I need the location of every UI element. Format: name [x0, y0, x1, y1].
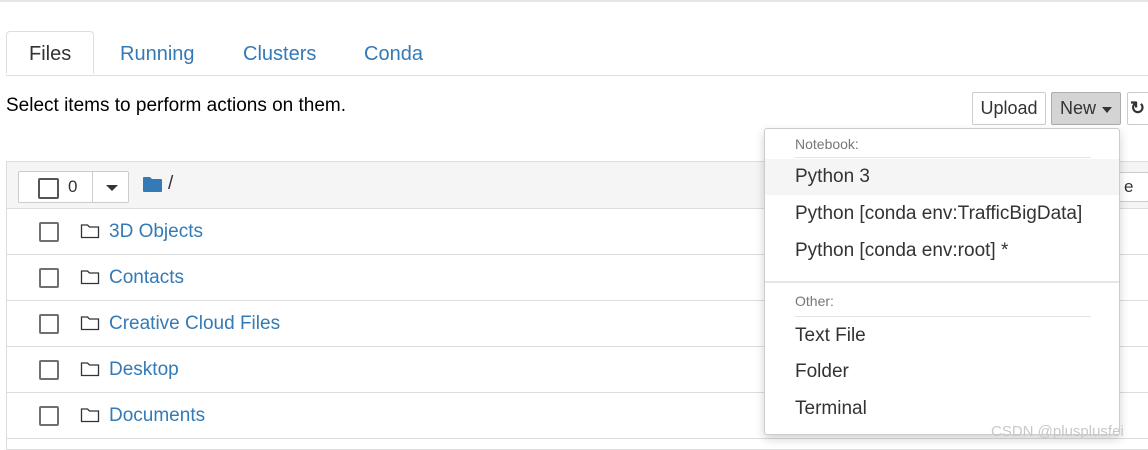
- refresh-icon: ↻: [1130, 98, 1146, 118]
- file-link[interactable]: Creative Cloud Files: [109, 313, 280, 335]
- folder-icon: [80, 270, 100, 285]
- tab-bar: Files Running Clusters Conda: [6, 31, 1148, 76]
- selection-hint: Select items to perform actions on them.: [6, 95, 347, 116]
- file-link[interactable]: Desktop: [109, 359, 179, 381]
- menu-item-conda-trafficbigdata[interactable]: Python [conda env:TrafficBigData]: [765, 196, 1119, 232]
- folder-icon: [80, 224, 100, 239]
- file-link[interactable]: Contacts: [109, 267, 184, 289]
- menu-item-terminal[interactable]: Terminal: [765, 391, 1119, 427]
- other-header: Other:: [795, 293, 834, 309]
- row-checkbox[interactable]: [39, 268, 59, 288]
- refresh-button[interactable]: ↻: [1127, 92, 1148, 125]
- folder-icon[interactable]: [142, 176, 163, 193]
- select-menu-caret-icon[interactable]: [106, 185, 118, 191]
- notebook-header-rule: [795, 157, 1091, 158]
- folder-icon: [80, 362, 100, 377]
- tab-conda[interactable]: Conda: [364, 31, 423, 75]
- select-all-checkbox[interactable]: [38, 178, 59, 199]
- notebook-header: Notebook:: [795, 136, 859, 152]
- row-checkbox[interactable]: [39, 222, 59, 242]
- row-checkbox[interactable]: [39, 314, 59, 334]
- tab-running[interactable]: Running: [120, 31, 195, 75]
- file-link[interactable]: Documents: [109, 405, 205, 427]
- watermark: CSDN @plusplusfei: [991, 423, 1124, 440]
- tab-clusters[interactable]: Clusters: [243, 31, 316, 75]
- new-dropdown-menu: Notebook: Python 3 Python [conda env:Tra…: [764, 128, 1120, 435]
- tab-files[interactable]: Files: [6, 31, 95, 74]
- new-button-label: New: [1060, 98, 1097, 118]
- folder-icon: [80, 408, 100, 423]
- menu-item-folder[interactable]: Folder: [765, 354, 1119, 390]
- menu-divider: [765, 281, 1119, 283]
- top-border: [0, 0, 1148, 2]
- select-all-group[interactable]: 0: [18, 171, 129, 203]
- row-checkbox[interactable]: [39, 406, 59, 426]
- other-header-rule: [795, 316, 1091, 317]
- breadcrumb[interactable]: /: [168, 173, 173, 195]
- selected-count: 0: [68, 177, 78, 196]
- upload-button[interactable]: Upload: [972, 92, 1046, 125]
- caret-down-icon: [1102, 107, 1112, 113]
- menu-item-python3[interactable]: Python 3: [765, 159, 1119, 195]
- select-divider: [92, 172, 93, 202]
- row-checkbox[interactable]: [39, 360, 59, 380]
- file-link[interactable]: 3D Objects: [109, 221, 203, 243]
- menu-item-text-file[interactable]: Text File: [765, 318, 1119, 354]
- menu-item-conda-root[interactable]: Python [conda env:root] *: [765, 233, 1119, 269]
- new-button[interactable]: New: [1051, 92, 1121, 125]
- folder-icon: [80, 316, 100, 331]
